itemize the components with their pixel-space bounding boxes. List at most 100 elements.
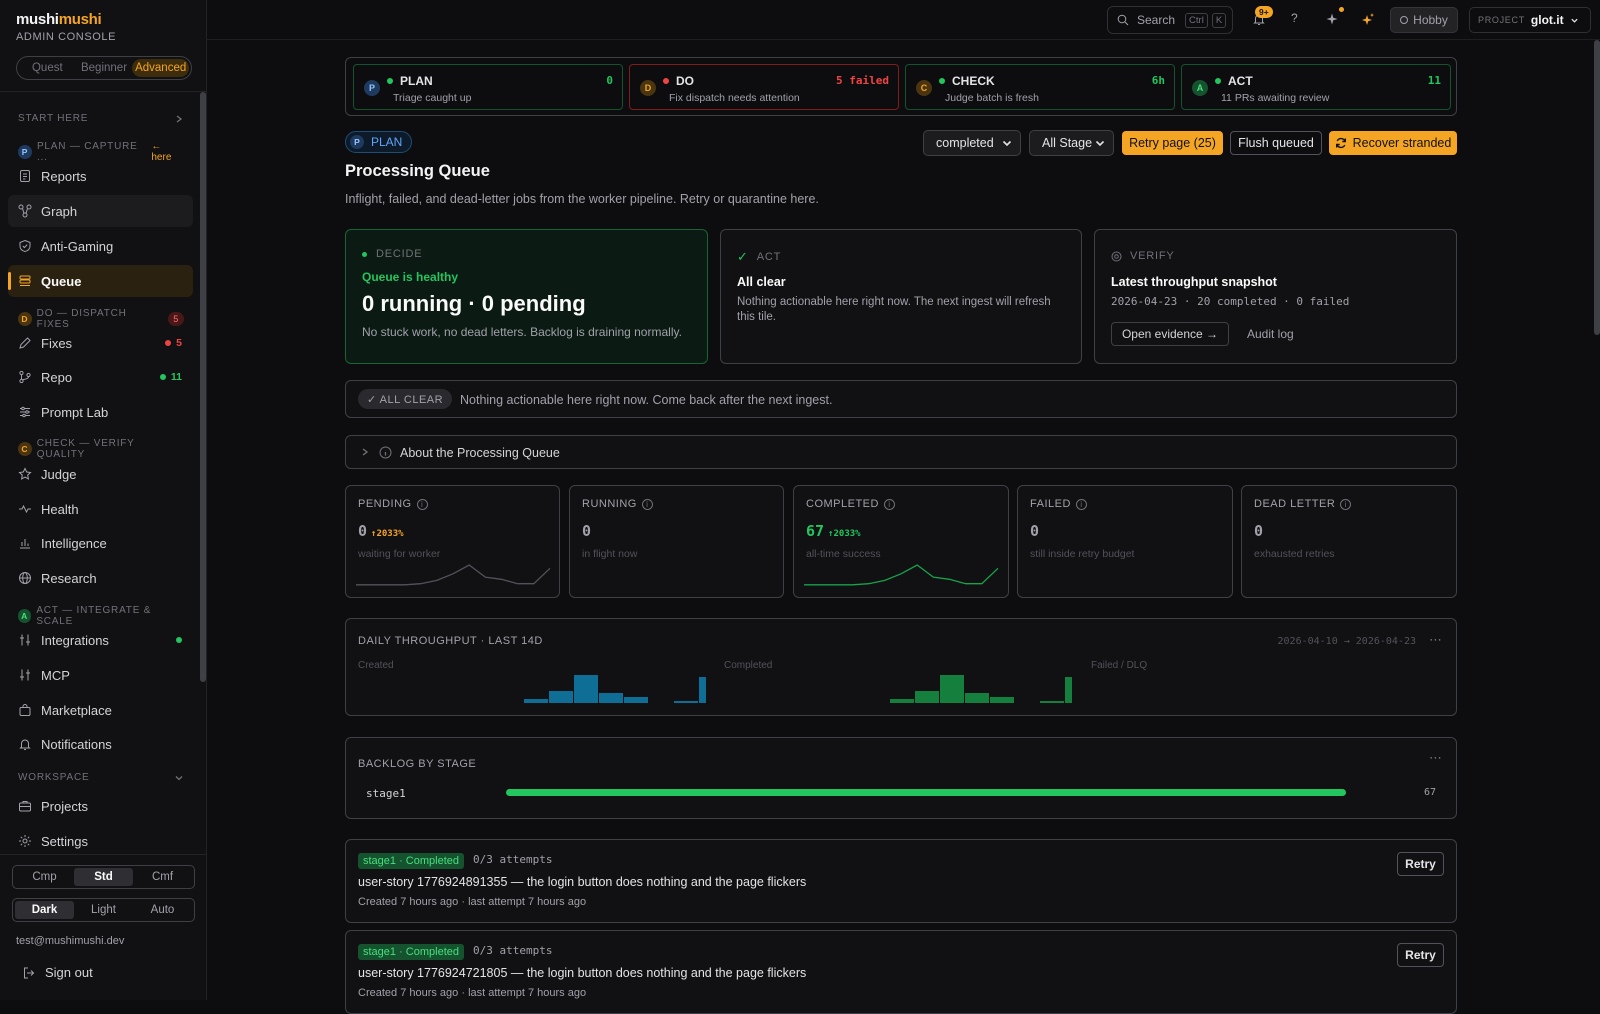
pdca-card-plan[interactable]: P PLAN Triage caught up 0 [353,64,623,110]
throughput-bar[interactable] [915,691,939,703]
info-icon[interactable]: i [1340,498,1352,510]
pdca-card-do[interactable]: D DO Fix dispatch needs attention 5 fail… [629,64,899,110]
throughput-bar[interactable] [524,699,548,703]
density-standard[interactable]: Std [74,868,133,886]
stat-card-failed[interactable]: FAILED i 0 still inside retry budget [1017,485,1233,598]
density-compact[interactable]: Cmp [15,868,74,886]
backlog-title: BACKLOG BY STAGE [358,758,477,770]
completed-sparkline [804,564,999,586]
throughput-bar[interactable] [890,699,914,703]
throughput-bar[interactable] [990,697,1014,703]
throughput-bar[interactable] [1040,701,1064,703]
sign-out-button[interactable]: Sign out [22,965,93,980]
sidebar-item-anti-gaming[interactable]: Anti-Gaming [8,230,193,262]
stage-filter-select[interactable]: All Stage [1029,130,1114,156]
stat-card-running[interactable]: RUNNING i 0 in flight now [569,485,784,598]
sidebar-item-queue[interactable]: Queue [8,265,193,297]
sidebar-item-marketplace[interactable]: Marketplace [8,694,193,726]
section-workspace[interactable]: WORKSPACE [18,772,184,783]
sidebar-item-repo[interactable]: Repo 11 [8,361,193,393]
search-input[interactable]: Search Ctrl K [1107,6,1233,34]
pdca-subtitle: Fix dispatch needs attention [669,92,800,104]
act-badge: A [1192,80,1208,96]
info-icon[interactable]: i [1075,498,1087,510]
theme-switch: Dark Light Auto [12,898,195,922]
pdca-title: DO [676,74,694,88]
sidebar-item-health[interactable]: Health [8,493,193,525]
info-icon[interactable]: i [416,498,428,510]
ai-assistant-icon[interactable] [1361,12,1375,26]
status-filter-select[interactable]: completed [923,130,1021,156]
plan-badge-button[interactable]: Hobby [1390,7,1458,33]
job-row[interactable]: stage1 · Completed 0/3 attempts user-sto… [345,930,1457,1014]
more-options-icon[interactable]: ⋯ [1429,750,1442,766]
section-label: START HERE [18,113,89,124]
throughput-bar[interactable] [599,693,623,703]
more-options-icon[interactable]: ⋯ [1429,632,1442,648]
verify-card: VERIFY Latest throughput snapshot 2026-0… [1094,229,1457,364]
theme-auto[interactable]: Auto [133,901,192,919]
recover-stranded-button[interactable]: Recover stranded [1329,131,1457,155]
brand-logo[interactable]: mushimushi [16,11,102,28]
sidebar-item-intelligence[interactable]: Intelligence [8,527,193,559]
pdca-card-act[interactable]: A ACT 11 PRs awaiting review 11 [1181,64,1451,110]
theme-light[interactable]: Light [74,901,133,919]
throughput-bar[interactable] [549,691,573,703]
help-button[interactable]: ? [1291,11,1298,25]
page-scrollbar[interactable] [1594,40,1600,335]
sidebar-item-reports[interactable]: Reports [8,160,193,192]
flush-queued-button[interactable]: Flush queued [1230,131,1322,155]
sparkle-icon[interactable] [1325,12,1339,26]
sidebar-item-mcp[interactable]: MCP [8,659,193,691]
job-row[interactable]: stage1 · Completed 0/3 attempts user-sto… [345,839,1457,923]
sidebar-item-judge[interactable]: Judge [8,458,193,490]
project-name: glot.it [1530,13,1564,27]
sidebar-item-prompt-lab[interactable]: Prompt Lab [8,396,193,428]
pdca-card-check[interactable]: C CHECK Judge batch is fresh 6h [905,64,1175,110]
mode-advanced[interactable]: Advanced [132,59,190,77]
sidebar-item-integrations[interactable]: Integrations [8,624,193,656]
stat-label: COMPLETED [806,498,879,510]
throughput-bar[interactable] [674,701,698,703]
sidebar-item-projects[interactable]: Projects [8,790,193,822]
sidebar-item-graph[interactable]: Graph [8,195,193,227]
gear-icon [18,834,41,848]
queue-icon [18,274,41,288]
sidebar-scrollbar[interactable] [200,92,206,682]
open-evidence-button[interactable]: Open evidence → [1111,322,1229,346]
audit-log-link[interactable]: Audit log [1247,327,1294,341]
stat-card-dead-letter[interactable]: DEAD LETTER i 0 exhausted retries [1241,485,1457,598]
mode-quest[interactable]: Quest [19,59,76,77]
theme-dark[interactable]: Dark [15,901,74,919]
sidebar-item-settings[interactable]: Settings [8,825,193,857]
stat-card-pending[interactable]: PENDING i 0 ↑2033% waiting for worker [345,485,560,598]
section-label: CHECK — VERIFY QUALITY [36,438,135,460]
sidebar-item-fixes[interactable]: Fixes 5 [8,327,193,359]
throughput-bar[interactable] [574,675,598,703]
info-icon[interactable]: i [641,498,653,510]
check-icon: ✓ [737,249,749,264]
throughput-bar[interactable] [624,697,648,703]
throughput-bar[interactable] [965,693,989,703]
retry-button[interactable]: Retry [1397,852,1444,876]
sidebar-item-research[interactable]: Research [8,562,193,594]
retry-button[interactable]: Retry [1397,943,1444,967]
section-count-badge: 5 [168,312,184,326]
section-check: C CHECK — VERIFY QUALITY [18,438,184,460]
throughput-bar[interactable] [940,675,964,703]
section-start-here[interactable]: START HERE [18,113,184,124]
throughput-bar[interactable] [1065,677,1072,703]
info-icon[interactable]: i [883,498,895,510]
retry-page-button[interactable]: Retry page (25) [1122,131,1223,155]
density-comfortable[interactable]: Cmf [133,868,192,886]
throughput-bar[interactable] [699,677,706,703]
sidebar-item-label: MCP [41,667,70,683]
project-selector[interactable]: PROJECT glot.it [1469,7,1591,33]
sidebar-item-label: Intelligence [41,535,107,551]
about-accordion[interactable]: About the Processing Queue [345,435,1457,469]
connector-icon [18,668,41,682]
sidebar-item-notifications[interactable]: Notifications [8,728,193,760]
mode-beginner[interactable]: Beginner [76,59,133,77]
status-dot [1215,78,1221,84]
stat-card-completed[interactable]: COMPLETED i 67 ↑2033% all-time success [793,485,1009,598]
